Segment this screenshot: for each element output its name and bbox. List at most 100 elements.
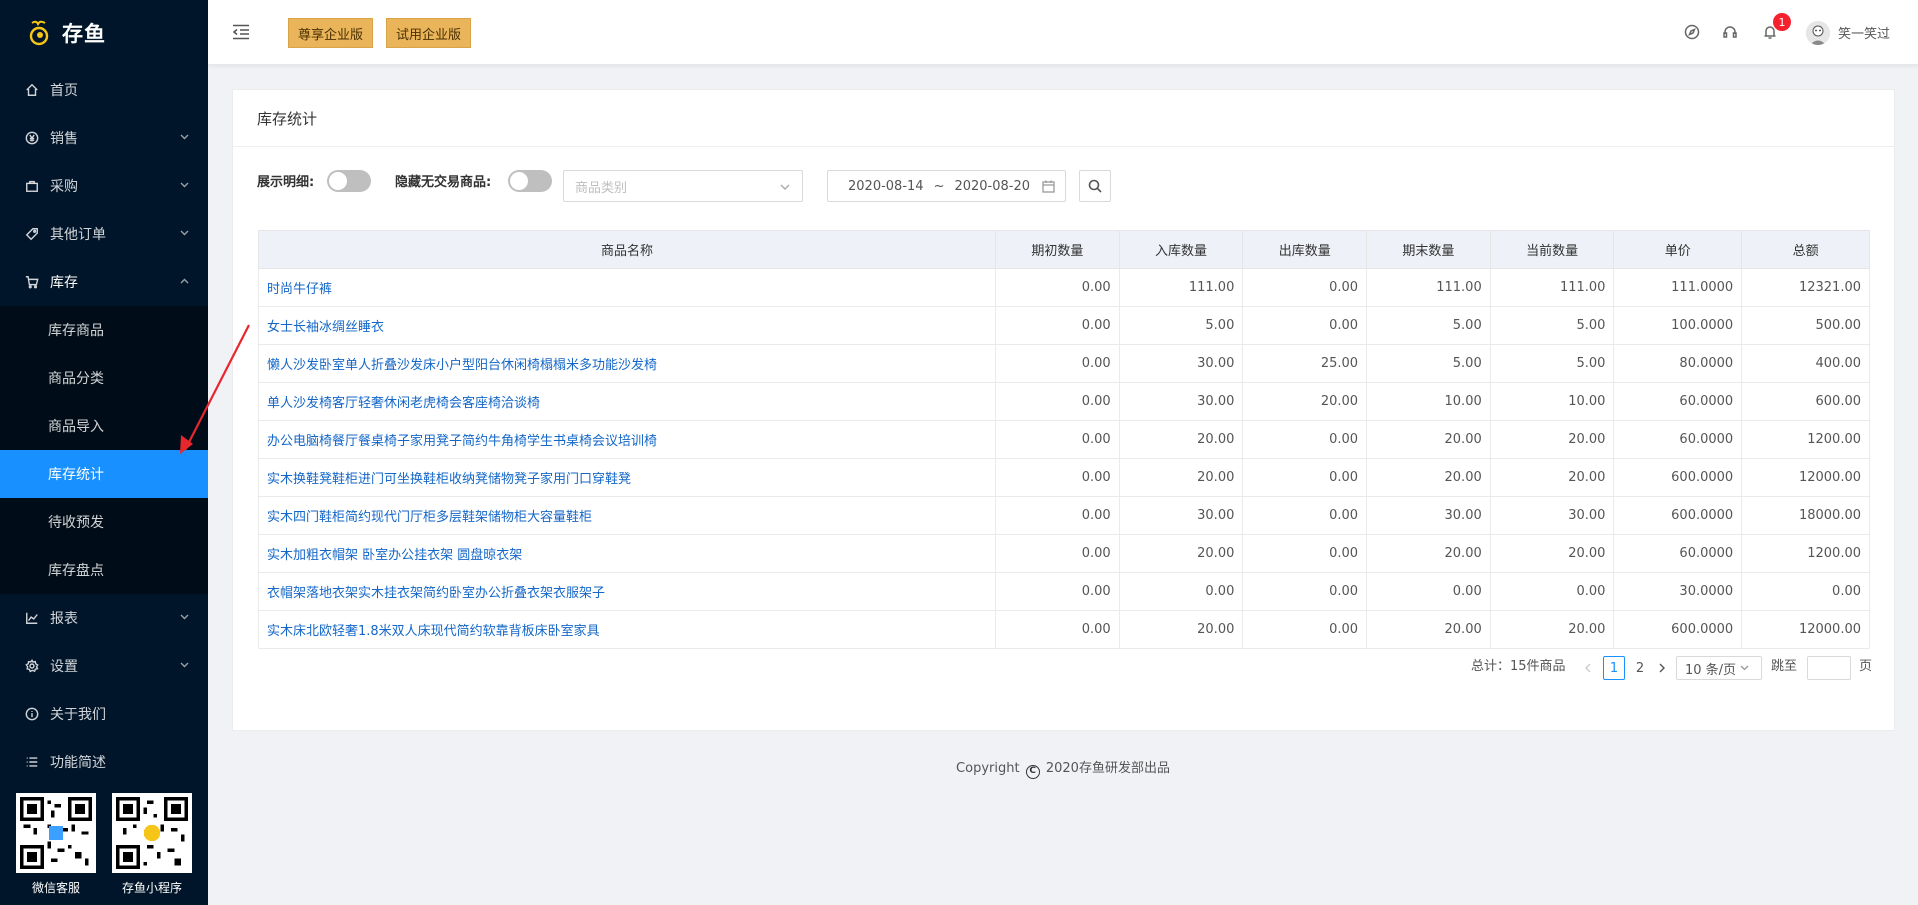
hide-no-trade-toggle[interactable] xyxy=(508,170,552,192)
product-name-link[interactable]: 实木换鞋凳鞋柜进门可坐换鞋柜收纳凳储物凳子家用门口穿鞋凳 xyxy=(257,458,997,497)
product-name-link[interactable]: 办公电脑椅餐厅餐桌椅子家用凳子简约牛角椅学生书桌椅会议培训椅 xyxy=(257,420,997,459)
page-2-button[interactable]: 2 xyxy=(1629,656,1651,680)
table-cell: 1200.00 xyxy=(1741,420,1870,459)
table-cell: 20.00 xyxy=(1366,610,1491,649)
product-name-link[interactable]: 衣帽架落地衣架实木挂衣架简约卧室办公折叠衣架衣服架子 xyxy=(257,572,997,611)
trial-edition-button[interactable]: 试用企业版 xyxy=(386,18,472,48)
table-cell: 30.00 xyxy=(1118,496,1244,535)
sidebar-item-home[interactable]: 首页 xyxy=(0,66,208,114)
chevron-down-icon xyxy=(180,662,189,670)
product-name-link[interactable]: 实木床北欧轻奢1.8米双人床现代简约软靠背板床卧室家具 xyxy=(257,610,997,649)
yen-icon xyxy=(24,130,40,146)
product-name-link[interactable]: 实木四门鞋柜简约现代门厅柜多层鞋架储物柜大容量鞋柜 xyxy=(257,496,997,535)
list-icon xyxy=(24,754,40,770)
show-detail-toggle[interactable] xyxy=(327,170,371,192)
table-cell: 0.00 xyxy=(1242,610,1368,649)
sidebar-item-inventory-stats[interactable]: 库存统计 xyxy=(0,450,208,498)
table-cell: 25.00 xyxy=(1242,344,1368,383)
chart-icon xyxy=(24,610,40,626)
search-button[interactable] xyxy=(1079,170,1111,202)
table-cell: 0.00 xyxy=(995,572,1120,611)
sidebar-item-pending[interactable]: 待收预发 xyxy=(0,498,208,546)
category-select[interactable]: 商品类别 xyxy=(563,170,803,202)
jump-page-input[interactable] xyxy=(1807,656,1851,680)
page-title: 库存统计 xyxy=(233,90,1894,147)
sidebar-item-inventory-goods[interactable]: 库存商品 xyxy=(0,306,208,354)
logo[interactable]: 存鱼 xyxy=(0,0,208,66)
date-end[interactable]: 2020-08-20 xyxy=(954,179,1030,194)
table-row: 女士长袖冰绸丝睡衣 0.00 5.00 0.00 5.00 5.00 100.0000 500… xyxy=(257,306,1870,345)
sidebar-item-label: 关于我们 xyxy=(50,707,106,723)
table-cell: 600.0000 xyxy=(1613,610,1743,649)
next-page-icon[interactable] xyxy=(1659,656,1665,680)
avatar[interactable] xyxy=(1806,21,1830,45)
column-header[interactable]: 期初数量 xyxy=(995,230,1120,269)
table-cell: 20.00 xyxy=(1366,534,1491,573)
table-cell: 20.00 xyxy=(1118,420,1244,459)
sidebar-item-sales[interactable]: 销售 xyxy=(0,114,208,162)
chevron-down-icon xyxy=(1740,665,1749,671)
sidebar-item-reports[interactable]: 报表 xyxy=(0,594,208,642)
column-header[interactable]: 入库数量 xyxy=(1118,230,1244,269)
inventory-stats-card: 库存统计 展示明细: 隐藏无交易商品: 商品类别 2020-08-14 ~ 20… xyxy=(232,89,1895,731)
jump-label: 跳至 xyxy=(1771,659,1798,674)
table-cell: 20.00 xyxy=(1489,610,1615,649)
compass-icon[interactable] xyxy=(1684,24,1700,40)
table-cell: 0.00 xyxy=(1741,572,1870,611)
product-name-link[interactable]: 懒人沙发卧室单人折叠沙发床小户型阳台休闲椅榻榻米多功能沙发椅 xyxy=(257,344,997,383)
page-1-button[interactable]: 1 xyxy=(1603,656,1625,680)
table-row: 实木换鞋凳鞋柜进门可坐换鞋柜收纳凳储物凳子家用门口穿鞋凳 0.00 20.00 0.0… xyxy=(257,458,1870,497)
qr-label: 微信客服 xyxy=(31,881,80,895)
table-cell: 600.0000 xyxy=(1613,458,1743,497)
sidebar-item-goods-category[interactable]: 商品分类 xyxy=(0,354,208,402)
sidebar-item-about[interactable]: 关于我们 xyxy=(0,690,208,738)
table-cell: 20.00 xyxy=(1118,458,1244,497)
chevron-down-icon xyxy=(180,182,189,190)
product-name-link[interactable]: 女士长袖冰绸丝睡衣 xyxy=(257,306,997,345)
date-start[interactable]: 2020-08-14 xyxy=(848,179,924,194)
sidebar-item-purchase[interactable]: 采购 xyxy=(0,162,208,210)
table-cell: 111.00 xyxy=(1489,268,1615,307)
table-cell: 5.00 xyxy=(1489,306,1615,345)
column-header[interactable]: 出库数量 xyxy=(1242,230,1368,269)
product-name-link[interactable]: 时尚牛仔裤 xyxy=(257,268,997,307)
page-unit-label: 页 xyxy=(1859,659,1873,674)
sidebar-item-other-orders[interactable]: 其他订单 xyxy=(0,210,208,258)
sidebar-item-stocktaking[interactable]: 库存盘点 xyxy=(0,546,208,594)
product-name-link[interactable]: 单人沙发椅客厅轻奢休闲老虎椅会客座椅洽谈椅 xyxy=(257,382,997,421)
date-range-picker[interactable]: 2020-08-14 ~ 2020-08-20 xyxy=(827,170,1066,202)
table-cell: 111.0000 xyxy=(1613,268,1743,307)
headset-icon[interactable] xyxy=(1722,24,1738,40)
column-header[interactable]: 单价 xyxy=(1613,230,1743,269)
column-header[interactable]: 当前数量 xyxy=(1489,230,1615,269)
sidebar-item-settings[interactable]: 设置 xyxy=(0,642,208,690)
sidebar-item-features[interactable]: 功能简述 xyxy=(0,738,208,786)
sidebar-item-inventory[interactable]: 库存 xyxy=(0,258,208,306)
chevron-down-icon xyxy=(180,134,189,142)
chevron-down-icon xyxy=(180,614,189,622)
sidebar-item-goods-import[interactable]: 商品导入 xyxy=(0,402,208,450)
table-cell: 600.0000 xyxy=(1613,496,1743,535)
table-cell: 0.00 xyxy=(995,306,1120,345)
mini-program-qr: 存鱼小程序 xyxy=(112,793,192,905)
table-row: 时尚牛仔裤 0.00 111.00 0.00 111.00 111.00 111.0000 1… xyxy=(257,268,1870,307)
table-row: 单人沙发椅客厅轻奢休闲老虎椅会客座椅洽谈椅 0.00 30.00 20.00 10.00… xyxy=(257,382,1870,421)
column-header[interactable]: 商品名称 xyxy=(257,230,997,269)
product-name-link[interactable]: 实木加粗衣帽架 卧室办公挂衣架 圆盘晾衣架 xyxy=(257,534,997,573)
chevron-down-icon xyxy=(780,184,790,190)
table-cell: 60.0000 xyxy=(1613,420,1743,459)
sidebar-item-label: 销售 xyxy=(50,131,78,147)
table-cell: 12000.00 xyxy=(1741,458,1870,497)
column-header[interactable]: 总额 xyxy=(1741,230,1870,269)
username[interactable]: 笑一笑过 xyxy=(1838,23,1890,42)
premium-edition-button[interactable]: 尊享企业版 xyxy=(288,18,374,48)
sidebar-item-label: 功能简述 xyxy=(50,755,106,771)
prev-page-icon[interactable] xyxy=(1585,656,1591,680)
table-cell: 0.00 xyxy=(1242,534,1368,573)
column-header[interactable]: 期末数量 xyxy=(1366,230,1491,269)
page-size-select[interactable]: 10 条/页 xyxy=(1676,656,1762,680)
menu-fold-icon[interactable] xyxy=(232,24,250,40)
table-cell: 20.00 xyxy=(1366,458,1491,497)
copyright-prefix: Copyright xyxy=(956,761,1020,776)
wechat-service-qr: 微信客服 xyxy=(16,793,96,905)
